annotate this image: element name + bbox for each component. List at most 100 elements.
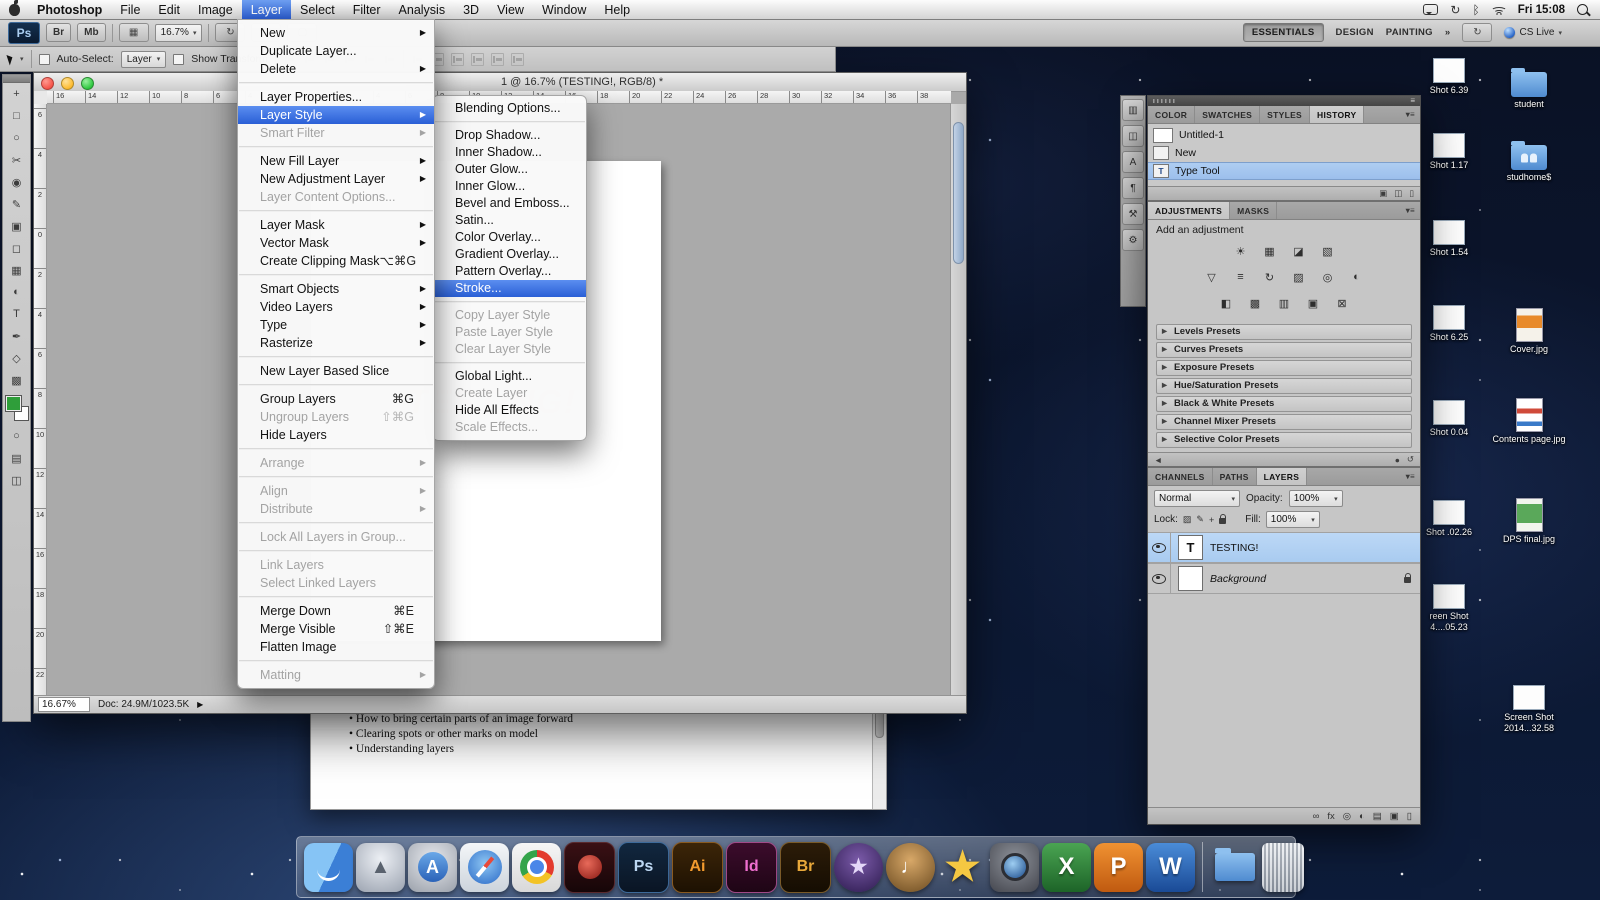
panel-drag-bar[interactable]: ≡	[1148, 96, 1420, 106]
adjustment-icon[interactable]: ◪	[1289, 243, 1309, 259]
chat-icon[interactable]	[1423, 4, 1439, 15]
adjustments-footer-icon[interactable]: ↺	[1407, 454, 1414, 465]
menubar-item-edit[interactable]: Edit	[149, 0, 189, 19]
dock-media-app-icon[interactable]	[564, 841, 615, 893]
dock-photoshop-icon[interactable]: Ps	[618, 841, 669, 893]
adjustment-icon[interactable]: ▥	[1274, 295, 1294, 311]
submenu-item-pattern-overlay[interactable]: Pattern Overlay...	[433, 263, 586, 280]
submenu-item-global-light[interactable]: Global Light...	[433, 368, 586, 385]
dock-word-icon[interactable]: W	[1146, 842, 1195, 892]
desktop-icon-shot[interactable]: Shot 1.54	[1418, 220, 1480, 258]
submenu-item-clear-layer-style[interactable]: Clear Layer Style	[433, 341, 586, 358]
visibility-toggle[interactable]	[1148, 564, 1171, 593]
distribute-icon[interactable]	[470, 52, 484, 66]
menu-item-matting[interactable]: Matting	[238, 666, 434, 684]
layer-thumbnail[interactable]: T	[1178, 535, 1203, 560]
zoom-level-select[interactable]: 16.7% ▾	[154, 23, 203, 42]
submenu-item-drop-shadow[interactable]: Drop Shadow...	[433, 127, 586, 144]
tab-history[interactable]: HISTORY	[1310, 106, 1365, 123]
menubar-item-view[interactable]: View	[488, 0, 533, 19]
sync-icon[interactable]: ↻	[1450, 3, 1460, 17]
menubar-item-analysis[interactable]: Analysis	[390, 0, 455, 19]
layers-footer-icon[interactable]: ◎	[1343, 811, 1351, 822]
tool-button[interactable]: +	[5, 83, 28, 105]
submenu-item-scale-effects[interactable]: Scale Effects...	[433, 419, 586, 436]
adjustment-icon[interactable]: ▦	[1260, 243, 1280, 259]
panel-collapse-icon[interactable]: ≡	[1410, 97, 1415, 105]
tool-button[interactable]: ▣	[5, 215, 28, 237]
tool-button[interactable]: ◐	[5, 281, 28, 303]
preset-row[interactable]: Curves Presets	[1156, 342, 1412, 358]
desktop-icon-dps-final[interactable]: DPS final.jpg	[1490, 498, 1568, 545]
submenu-item-blending-options[interactable]: Blending Options...	[433, 100, 586, 117]
spotlight-icon[interactable]	[1577, 4, 1588, 15]
preset-row[interactable]: Selective Color Presets	[1156, 432, 1412, 448]
workspace-essentials[interactable]: ESSENTIALS	[1242, 23, 1324, 42]
layer-thumbnail[interactable]	[1178, 566, 1203, 591]
menu-item-new-layer-based-slice[interactable]: New Layer Based Slice	[238, 362, 434, 380]
submenu-item-hide-all-effects[interactable]: Hide All Effects	[433, 402, 586, 419]
menu-item-hide-layers[interactable]: Hide Layers	[238, 426, 434, 444]
desktop-icon-shot[interactable]: Shot 1.17	[1418, 133, 1480, 171]
adjustment-icon[interactable]: ⊠	[1332, 295, 1352, 311]
visibility-toggle[interactable]	[1148, 533, 1171, 562]
submenu-item-stroke[interactable]: Stroke...	[433, 280, 586, 297]
adjustments-footer-icon[interactable]: ●	[1395, 455, 1400, 465]
menu-item-layer-mask[interactable]: Layer Mask	[238, 216, 434, 234]
submenu-item-create-layer[interactable]: Create Layer	[433, 385, 586, 402]
mini-bridge-button[interactable]: Mb	[77, 23, 106, 42]
menubar-item-layer[interactable]: Layer	[241, 0, 291, 19]
dock-excel-icon[interactable]: X	[1042, 842, 1091, 892]
tool-button[interactable]: ✂	[5, 149, 28, 171]
menu-item-vector-mask[interactable]: Vector Mask	[238, 234, 434, 252]
show-transform-checkbox[interactable]	[173, 53, 185, 65]
distribute-icon[interactable]	[450, 52, 464, 66]
adjustment-icon[interactable]: ≡	[1231, 269, 1251, 285]
menu-item-new[interactable]: New	[238, 24, 434, 42]
tab-color[interactable]: COLOR	[1148, 106, 1196, 123]
layers-footer-icon[interactable]: ∞	[1313, 811, 1320, 822]
tool-button[interactable]: T	[5, 303, 28, 325]
tab-layers[interactable]: LAYERS	[1256, 468, 1308, 485]
submenu-item-inner-glow[interactable]: Inner Glow...	[433, 178, 586, 195]
tool-button[interactable]: ◫	[5, 469, 28, 491]
menubar-item-filter[interactable]: Filter	[344, 0, 390, 19]
menu-item-create-clipping-mask[interactable]: Create Clipping Mask ⌥⌘G	[238, 252, 434, 270]
preset-row[interactable]: Levels Presets	[1156, 324, 1412, 340]
menu-item-rasterize[interactable]: Rasterize	[238, 334, 434, 352]
menu-item-arrange[interactable]: Arrange	[238, 454, 434, 472]
dock-photo-booth-icon[interactable]	[990, 842, 1039, 892]
panel-menu-icon[interactable]: ▾≡	[1401, 468, 1420, 485]
dock-downloads-folder-icon[interactable]	[1210, 843, 1259, 892]
dock-bridge-icon[interactable]: Br	[780, 841, 831, 893]
adjustment-icon[interactable]: ▨	[1289, 269, 1309, 285]
dock-app-store-icon[interactable]: A	[408, 842, 457, 892]
tab-masks[interactable]: MASKS	[1230, 202, 1278, 219]
bridge-button[interactable]: Br	[46, 23, 72, 42]
menubar-item-file[interactable]: File	[111, 0, 149, 19]
adjustment-icon[interactable]: ◎	[1318, 269, 1338, 285]
panel-dock-button[interactable]: ◫	[1122, 125, 1144, 147]
submenu-item-copy-layer-style[interactable]: Copy Layer Style	[433, 307, 586, 324]
menu-item-new-fill-layer[interactable]: New Fill Layer	[238, 152, 434, 170]
dock-safari-icon[interactable]	[460, 842, 509, 892]
menu-item-duplicate-layer[interactable]: Duplicate Layer...	[238, 42, 434, 60]
panel-dock-button[interactable]: ⚙	[1122, 229, 1144, 251]
menu-item-delete[interactable]: Delete	[238, 60, 434, 78]
dock-trash-icon[interactable]	[1262, 842, 1304, 892]
tool-button[interactable]: ◻	[5, 237, 28, 259]
menubar-clock[interactable]: Fri 15:08	[1518, 4, 1565, 16]
tool-button[interactable]: ○	[5, 127, 28, 149]
desktop-icon-shot[interactable]: Shot 0.04	[1418, 400, 1480, 438]
preset-row[interactable]: Black & White Presets	[1156, 396, 1412, 412]
menu-item-merge-visible[interactable]: Merge Visible ⇧⌘E	[238, 620, 434, 638]
menu-item-smart-filter[interactable]: Smart Filter	[238, 124, 434, 142]
adjustment-icon[interactable]: ▽	[1202, 269, 1222, 285]
menubar-item-help[interactable]: Help	[595, 0, 639, 19]
tab-adjustments[interactable]: ADJUSTMENTS	[1148, 202, 1231, 219]
preset-row[interactable]: Hue/Saturation Presets	[1156, 378, 1412, 394]
menubar-item-select[interactable]: Select	[291, 0, 344, 19]
menu-item-new-adjustment-layer[interactable]: New Adjustment Layer	[238, 170, 434, 188]
menu-item-layer-content-options[interactable]: Layer Content Options...	[238, 188, 434, 206]
submenu-item-paste-layer-style[interactable]: Paste Layer Style	[433, 324, 586, 341]
